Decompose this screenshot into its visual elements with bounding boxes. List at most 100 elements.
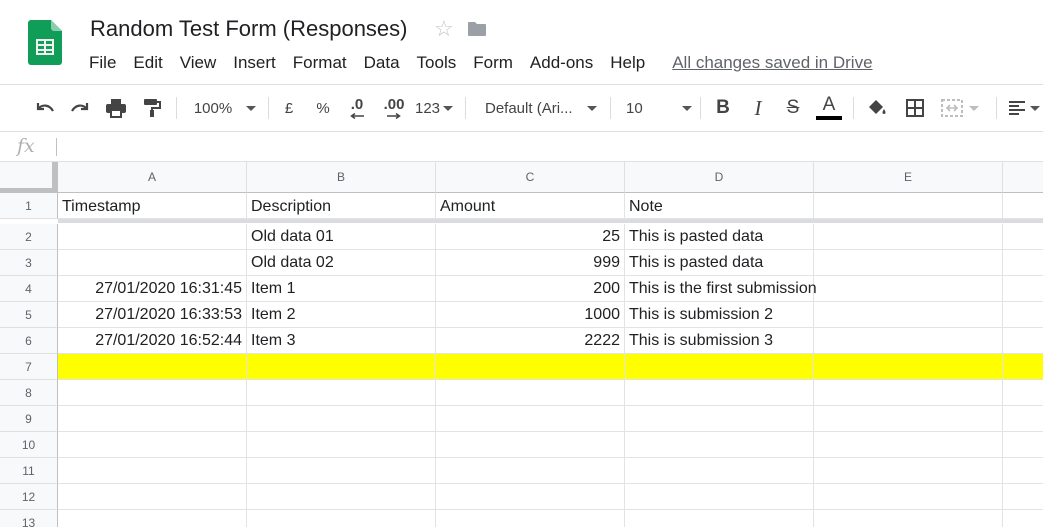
cell-b7[interactable] (247, 354, 436, 380)
cell-a3[interactable] (58, 250, 247, 276)
cell-b5[interactable]: Item 2 (247, 302, 436, 328)
more-formats-select[interactable]: 123 (413, 93, 455, 123)
cell-e2[interactable] (814, 224, 1003, 250)
cell-c10[interactable] (436, 432, 625, 458)
cell-e6[interactable] (814, 328, 1003, 354)
format-currency-button[interactable]: £ (278, 93, 300, 123)
cell-a1[interactable]: Timestamp (58, 193, 247, 219)
cell-f5[interactable] (1003, 302, 1043, 328)
cell-e12[interactable] (814, 484, 1003, 510)
select-all-corner[interactable] (0, 162, 58, 193)
row-header-10[interactable]: 10 (0, 432, 58, 458)
cell-a7[interactable] (58, 354, 247, 380)
cell-b12[interactable] (247, 484, 436, 510)
horizontal-align-button[interactable] (1006, 93, 1042, 123)
row-header-11[interactable]: 11 (0, 458, 58, 484)
cell-b9[interactable] (247, 406, 436, 432)
row-header-6[interactable]: 6 (0, 328, 58, 354)
italic-button[interactable]: I (745, 93, 771, 123)
cell-c13[interactable] (436, 510, 625, 527)
column-header-b[interactable]: B (247, 162, 436, 193)
row-header-7[interactable]: 7 (0, 354, 58, 380)
menu-form[interactable]: Form (473, 52, 513, 74)
format-percent-button[interactable]: % (312, 93, 334, 123)
cell-b13[interactable] (247, 510, 436, 527)
cell-b6[interactable]: Item 3 (247, 328, 436, 354)
column-header-d[interactable]: D (625, 162, 814, 193)
save-status-link[interactable]: All changes saved in Drive (672, 52, 872, 74)
cell-a12[interactable] (58, 484, 247, 510)
row-header-2[interactable]: 2 (0, 224, 58, 250)
cell-f1[interactable] (1003, 193, 1043, 219)
cell-b3[interactable]: Old data 02 (247, 250, 436, 276)
cell-a2[interactable] (58, 224, 247, 250)
cell-d8[interactable] (625, 380, 814, 406)
cell-c7[interactable] (436, 354, 625, 380)
font-family-select[interactable]: Default (Ari... (480, 93, 600, 123)
cell-d5[interactable]: This is submission 2 (625, 302, 814, 328)
freeze-row-handle[interactable] (0, 188, 52, 192)
cell-e9[interactable] (814, 406, 1003, 432)
menu-view[interactable]: View (180, 52, 217, 74)
cell-a5[interactable]: 27/01/2020 16:33:53 (58, 302, 247, 328)
row-header-12[interactable]: 12 (0, 484, 58, 510)
cell-a13[interactable] (58, 510, 247, 527)
star-icon[interactable]: ☆ (434, 17, 454, 41)
menu-file[interactable]: File (89, 52, 116, 74)
menu-format[interactable]: Format (293, 52, 347, 74)
cell-b11[interactable] (247, 458, 436, 484)
strikethrough-button[interactable]: S (780, 93, 806, 123)
cell-e10[interactable] (814, 432, 1003, 458)
cell-e4[interactable] (814, 276, 1003, 302)
cell-e7[interactable] (814, 354, 1003, 380)
cell-d2[interactable]: This is pasted data (625, 224, 814, 250)
fill-color-button[interactable] (864, 93, 890, 123)
cell-c1[interactable]: Amount (436, 193, 625, 219)
column-header-a[interactable]: A (58, 162, 247, 193)
cell-d9[interactable] (625, 406, 814, 432)
cell-d3[interactable]: This is pasted data (625, 250, 814, 276)
cell-a10[interactable] (58, 432, 247, 458)
menu-help[interactable]: Help (610, 52, 645, 74)
cell-a8[interactable] (58, 380, 247, 406)
undo-button[interactable] (32, 93, 58, 123)
cell-a9[interactable] (58, 406, 247, 432)
cell-d12[interactable] (625, 484, 814, 510)
font-size-select[interactable]: 10 (620, 93, 692, 123)
cell-a4[interactable]: 27/01/2020 16:31:45 (58, 276, 247, 302)
zoom-select[interactable]: 100% (190, 93, 260, 123)
column-header-c[interactable]: C (436, 162, 625, 193)
row-header-8[interactable]: 8 (0, 380, 58, 406)
cell-f11[interactable] (1003, 458, 1043, 484)
cell-a11[interactable] (58, 458, 247, 484)
cell-f6[interactable] (1003, 328, 1043, 354)
row-header-9[interactable]: 9 (0, 406, 58, 432)
cell-c4[interactable]: 200 (436, 276, 625, 302)
cell-e5[interactable] (814, 302, 1003, 328)
cell-c3[interactable]: 999 (436, 250, 625, 276)
cell-b2[interactable]: Old data 01 (247, 224, 436, 250)
cell-d7[interactable] (625, 354, 814, 380)
cell-f2[interactable] (1003, 224, 1043, 250)
cell-b4[interactable]: Item 1 (247, 276, 436, 302)
cell-f10[interactable] (1003, 432, 1043, 458)
freeze-column-handle[interactable] (52, 162, 57, 193)
cell-f13[interactable] (1003, 510, 1043, 527)
redo-button[interactable] (67, 93, 93, 123)
cell-c2[interactable]: 25 (436, 224, 625, 250)
print-button[interactable] (103, 93, 129, 123)
menu-insert[interactable]: Insert (233, 52, 276, 74)
merge-cells-button[interactable] (938, 93, 982, 123)
cell-f12[interactable] (1003, 484, 1043, 510)
folder-icon[interactable] (466, 18, 488, 40)
cell-c5[interactable]: 1000 (436, 302, 625, 328)
text-color-button[interactable]: A (814, 91, 844, 123)
cell-a6[interactable]: 27/01/2020 16:52:44 (58, 328, 247, 354)
cell-d11[interactable] (625, 458, 814, 484)
cell-c8[interactable] (436, 380, 625, 406)
cell-e11[interactable] (814, 458, 1003, 484)
row-header-3[interactable]: 3 (0, 250, 58, 276)
cell-f3[interactable] (1003, 250, 1043, 276)
cell-f4[interactable] (1003, 276, 1043, 302)
row-header-1[interactable]: 1 (0, 193, 58, 219)
